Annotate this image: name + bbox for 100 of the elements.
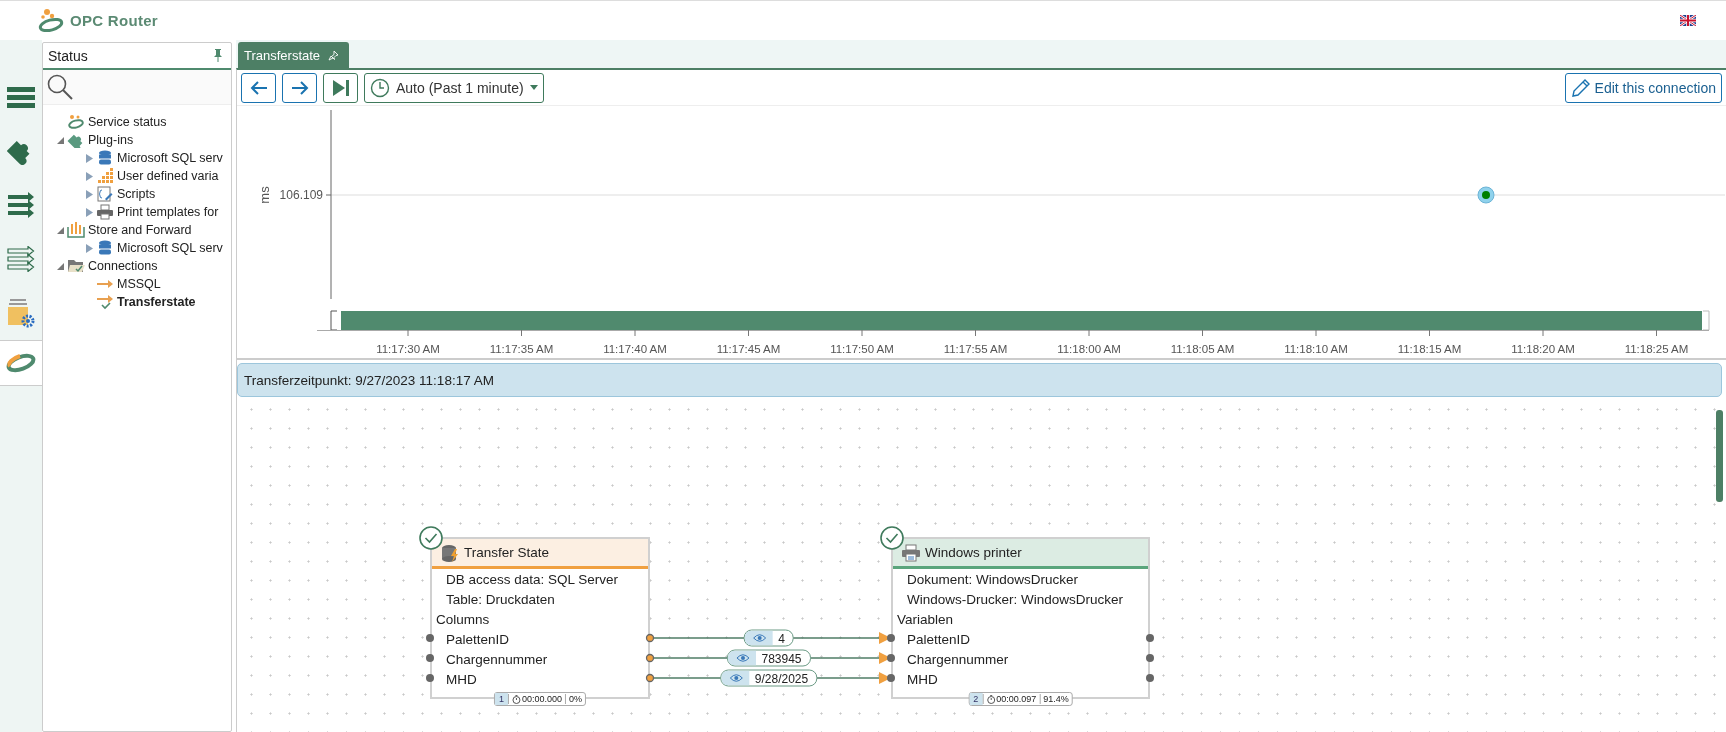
skip-to-end-button[interactable]: [323, 72, 358, 103]
printer-icon: [901, 542, 921, 563]
caret-icon: [529, 85, 538, 90]
port-dot[interactable]: [426, 674, 434, 682]
time-range-scrollbar[interactable]: [330, 310, 1710, 331]
node-detail: DB access data: SQL Server: [446, 571, 619, 587]
port-dot[interactable]: [645, 673, 655, 683]
eye-icon: [752, 633, 767, 643]
percent-text: 0%: [565, 694, 586, 704]
section-label: Variablen: [897, 611, 954, 627]
node-detail: Table: Druckdaten: [446, 591, 555, 607]
ring-icon: [67, 114, 85, 130]
x-tick-label: 11:17:50 AM: [830, 343, 894, 355]
expanded-arrow-icon[interactable]: [56, 262, 64, 270]
tree-item[interactable]: Microsoft SQL serv: [117, 151, 223, 165]
edit-connection-button[interactable]: Edit this connection: [1564, 72, 1722, 103]
port-dot[interactable]: [1146, 634, 1154, 642]
scrollbar-thumb[interactable]: [1716, 410, 1723, 502]
tree-item[interactable]: MSSQL: [117, 277, 161, 291]
x-tick-label: 11:18:15 AM: [1397, 343, 1462, 355]
field-label: MHD: [907, 671, 938, 687]
port-dot[interactable]: [1146, 674, 1154, 682]
x-tick-label: 11:17:45 AM: [716, 343, 781, 355]
search-icon: [46, 73, 74, 101]
left-arrow-icon: [249, 80, 268, 95]
search-field[interactable]: [43, 70, 231, 105]
pin-icon[interactable]: [328, 49, 340, 61]
tree-item[interactable]: Scripts: [117, 187, 156, 201]
field-label: MHD: [446, 671, 477, 687]
x-tick-label: 11:18:25 AM: [1624, 343, 1689, 355]
clock-icon: [370, 77, 390, 98]
collapsed-arrow-icon[interactable]: [85, 153, 93, 163]
eye-icon: [728, 673, 743, 683]
value-tag[interactable]: 9/28/2025: [719, 669, 818, 687]
app-logo: [38, 7, 64, 34]
time-range-dropdown[interactable]: Auto (Past 1 minute): [364, 72, 544, 103]
ring-icon[interactable]: [0, 340, 42, 386]
percent-text: 91.4%: [1039, 694, 1072, 704]
data-point: [1477, 186, 1495, 204]
section-label: Columns: [436, 611, 490, 627]
forward-button[interactable]: [282, 72, 317, 103]
skip-end-icon: [331, 79, 350, 96]
script-icon: [96, 186, 114, 202]
bars-icon: [67, 222, 85, 238]
x-tick-label: 11:18:10 AM: [1284, 343, 1348, 355]
tree-item[interactable]: Transferstate: [117, 295, 196, 309]
tree-item[interactable]: Microsoft SQL serv: [117, 241, 223, 255]
value-tag[interactable]: 783945: [726, 649, 811, 667]
port-dot[interactable]: [426, 654, 434, 662]
expanded-arrow-icon[interactable]: [56, 226, 64, 234]
collapsed-arrow-icon[interactable]: [85, 207, 93, 217]
value-text: 9/28/2025: [753, 670, 810, 686]
eye-icon: [735, 653, 750, 663]
expanded-arrow-icon[interactable]: [56, 136, 64, 144]
port-dot[interactable]: [645, 653, 655, 663]
puzzle-icon: [67, 132, 85, 148]
transfer-time-text: Transferzeitpunkt: 9/27/2023 11:18:17 AM: [244, 372, 494, 388]
x-tick-label: 11:17:30 AM: [376, 343, 440, 355]
back-button[interactable]: [241, 72, 276, 103]
database-icon: [96, 150, 114, 166]
pin-icon[interactable]: [213, 49, 223, 62]
port-dot[interactable]: [887, 674, 895, 682]
port-dot[interactable]: [887, 654, 895, 662]
x-tick-label: 11:18:05 AM: [1170, 343, 1235, 355]
node-title: Transfer State: [464, 545, 550, 560]
database-icon: [96, 240, 114, 256]
tree-item[interactable]: User defined varia: [117, 169, 219, 183]
flag-icon[interactable]: [1680, 15, 1696, 26]
document-tab[interactable]: Transferstate: [238, 42, 350, 68]
x-tick-label: 11:17:55 AM: [943, 343, 1008, 355]
x-tick-label: 11:18:00 AM: [1057, 343, 1121, 355]
port-dot[interactable]: [1146, 654, 1154, 662]
port-dot[interactable]: [426, 634, 434, 642]
tree-item[interactable]: Store and Forward: [88, 223, 192, 237]
step-number: 2: [969, 693, 983, 705]
database-lightning-icon: [440, 542, 460, 563]
tree-item[interactable]: Plug-ins: [88, 133, 134, 147]
field-label: PalettenID: [907, 631, 971, 647]
collapsed-arrow-icon[interactable]: [85, 243, 93, 253]
tree-item[interactable]: Service status: [88, 115, 167, 129]
stopwatch-icon: [986, 694, 996, 704]
folder-icon: [67, 258, 85, 274]
tree-item[interactable]: Connections: [88, 259, 158, 273]
tree-item[interactable]: Print templates for: [117, 205, 219, 219]
field-label: Chargennummer: [446, 651, 548, 667]
app-title: OPC Router: [70, 12, 158, 29]
value-text: 783945: [760, 650, 803, 666]
pencil-icon: [1570, 77, 1591, 98]
node-title: Windows printer: [925, 545, 1022, 560]
port-dot[interactable]: [645, 633, 655, 643]
panel-title: Status: [48, 47, 88, 64]
value-tag[interactable]: 4: [743, 629, 794, 647]
value-text: 4: [777, 630, 786, 646]
collapsed-arrow-icon[interactable]: [85, 171, 93, 181]
port-dot[interactable]: [887, 634, 895, 642]
arrow-check-icon: [96, 294, 114, 310]
stopwatch-icon: [512, 694, 521, 704]
collapsed-arrow-icon[interactable]: [85, 189, 93, 199]
printer-icon: [96, 204, 114, 220]
bar-blocks-icon: [96, 168, 114, 184]
